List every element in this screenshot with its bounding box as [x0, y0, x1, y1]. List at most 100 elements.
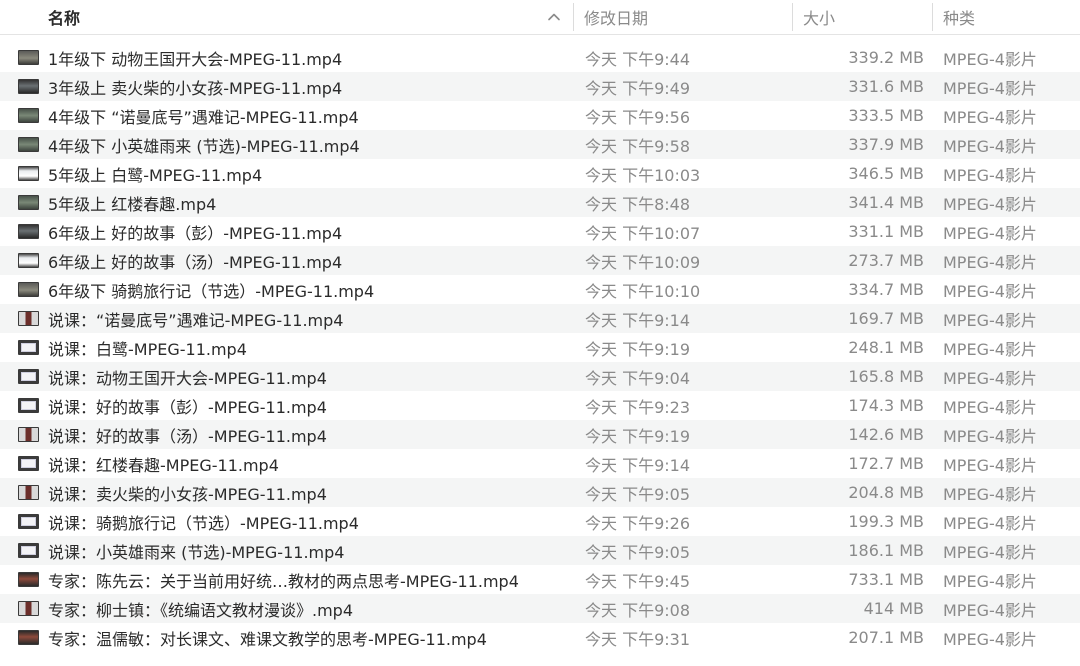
file-size: 333.5 MB: [848, 106, 924, 125]
file-date: 今天 下午9:23: [585, 397, 691, 417]
file-name-cell: 1年级下 动物王国开大会-MPEG-11.mp4: [0, 46, 573, 70]
file-name: 说课：白鹭-MPEG-11.mp4: [48, 339, 247, 359]
file-name: 1年级下 动物王国开大会-MPEG-11.mp4: [48, 49, 343, 69]
file-date: 今天 下午8:48: [585, 194, 691, 214]
file-kind: MPEG-4影片: [943, 281, 1037, 301]
file-name-cell: 6年级上 好的故事（彭）-MPEG-11.mp4: [0, 220, 573, 244]
file-date: 今天 下午9:44: [585, 49, 691, 69]
file-kind: MPEG-4影片: [943, 368, 1037, 388]
file-row[interactable]: 6年级上 好的故事（汤）-MPEG-11.mp4 今天 下午10:09 273.7 …: [0, 246, 1080, 275]
file-kind: MPEG-4影片: [943, 339, 1037, 359]
file-size: 331.1 MB: [848, 222, 924, 241]
file-name-cell: 说课：卖火柴的小女孩-MPEG-11.mp4: [0, 481, 573, 505]
video-thumbnail-icon: [18, 456, 39, 471]
file-row[interactable]: 6年级下 骑鹅旅行记（节选）-MPEG-11.mp4 今天 下午10:10 334.…: [0, 275, 1080, 304]
video-thumbnail-icon: [18, 601, 39, 616]
file-size: 207.1 MB: [848, 628, 924, 647]
video-thumbnail-icon: [18, 79, 39, 94]
file-kind: MPEG-4影片: [943, 571, 1037, 591]
file-name-cell: 3年级上 卖火柴的小女孩-MPEG-11.mp4: [0, 75, 573, 99]
column-header-name-label: 名称: [48, 9, 81, 28]
file-name: 说课：红楼春趣-MPEG-11.mp4: [48, 455, 279, 475]
file-date: 今天 下午10:03: [585, 165, 701, 185]
file-row[interactable]: 说课：好的故事（彭）-MPEG-11.mp4 今天 下午9:23 174.3 MB M…: [0, 391, 1080, 420]
file-date: 今天 下午9:19: [585, 426, 691, 446]
video-thumbnail-icon: [18, 224, 39, 239]
file-row[interactable]: 4年级下 “诺曼底号”遇难记-MPEG-11.mp4 今天 下午9:56 333.5…: [0, 101, 1080, 130]
column-header-date-label: 修改日期: [584, 9, 649, 28]
video-thumbnail-icon: [18, 282, 39, 297]
file-name-cell: 说课：好的故事（汤）-MPEG-11.mp4: [0, 423, 573, 447]
file-kind: MPEG-4影片: [943, 397, 1037, 417]
column-header-kind[interactable]: 种类: [932, 0, 1080, 34]
file-row[interactable]: 5年级上 白鹭-MPEG-11.mp4 今天 下午10:03 346.5 MB MPE…: [0, 159, 1080, 188]
column-header: 名称 修改日期 大小 种类: [0, 0, 1080, 35]
file-size: 204.8 MB: [848, 483, 924, 502]
file-row[interactable]: 说课：好的故事（汤）-MPEG-11.mp4 今天 下午9:19 142.6 MB M…: [0, 420, 1080, 449]
file-name-cell: 说课：动物王国开大会-MPEG-11.mp4: [0, 365, 573, 389]
file-size: 339.2 MB: [848, 48, 924, 67]
file-row[interactable]: 说课：小英雄雨来 (节选)-MPEG-11.mp4 今天 下午9:05 186.1 …: [0, 536, 1080, 565]
file-kind: MPEG-4影片: [943, 455, 1037, 475]
file-name: 5年级上 白鹭-MPEG-11.mp4: [48, 165, 263, 185]
file-name-cell: 说课：红楼春趣-MPEG-11.mp4: [0, 452, 573, 476]
file-size: 165.8 MB: [848, 367, 924, 386]
file-size: 174.3 MB: [848, 396, 924, 415]
file-date: 今天 下午9:05: [585, 484, 691, 504]
file-row[interactable]: 说课：白鹭-MPEG-11.mp4 今天 下午9:19 248.1 MB MPEG-4…: [0, 333, 1080, 362]
file-name-cell: 说课：好的故事（彭）-MPEG-11.mp4: [0, 394, 573, 418]
file-date: 今天 下午9:19: [585, 339, 691, 359]
file-date: 今天 下午9:08: [585, 600, 691, 620]
file-name-cell: 说课：白鹭-MPEG-11.mp4: [0, 336, 573, 360]
file-name-cell: 6年级上 好的故事（汤）-MPEG-11.mp4: [0, 249, 573, 273]
file-row[interactable]: 3年级上 卖火柴的小女孩-MPEG-11.mp4 今天 下午9:49 331.6 M…: [0, 72, 1080, 101]
file-name: 6年级上 好的故事（汤）-MPEG-11.mp4: [48, 252, 343, 272]
video-thumbnail-icon: [18, 108, 39, 123]
video-thumbnail-icon: [18, 369, 39, 384]
file-size: 331.6 MB: [848, 77, 924, 96]
file-kind: MPEG-4影片: [943, 136, 1037, 156]
video-thumbnail-icon: [18, 630, 39, 645]
file-name: 专家：温儒敏：对长课文、难课文教学的思考-MPEG-11.mp4: [48, 629, 487, 649]
file-size: 337.9 MB: [848, 135, 924, 154]
file-date: 今天 下午9:58: [585, 136, 691, 156]
file-row[interactable]: 专家：陈先云：关于当前用好统…教材的两点思考-MPEG-11.mp4 今天 下午9…: [0, 565, 1080, 594]
file-row[interactable]: 1年级下 动物王国开大会-MPEG-11.mp4 今天 下午9:44 339.2 M…: [0, 43, 1080, 72]
column-header-date[interactable]: 修改日期: [573, 0, 792, 34]
video-thumbnail-icon: [18, 572, 39, 587]
file-kind: MPEG-4影片: [943, 49, 1037, 69]
file-size: 341.4 MB: [848, 193, 924, 212]
file-name-cell: 5年级上 白鹭-MPEG-11.mp4: [0, 162, 573, 186]
video-thumbnail-icon: [18, 340, 39, 355]
column-header-size[interactable]: 大小: [792, 0, 932, 34]
file-row[interactable]: 4年级下 小英雄雨来 (节选)-MPEG-11.mp4 今天 下午9:58 337.…: [0, 130, 1080, 159]
chevron-up-icon[interactable]: [547, 10, 561, 24]
file-row[interactable]: 说课：红楼春趣-MPEG-11.mp4 今天 下午9:14 172.7 MB MPEG…: [0, 449, 1080, 478]
file-name-cell: 专家：柳士镇：《统编语文教材漫谈》.mp4: [0, 597, 573, 621]
file-row[interactable]: 说课：骑鹅旅行记（节选）-MPEG-11.mp4 今天 下午9:26 199.3 M…: [0, 507, 1080, 536]
file-date: 今天 下午10:07: [585, 223, 701, 243]
file-date: 今天 下午9:04: [585, 368, 691, 388]
file-row[interactable]: 说课：动物王国开大会-MPEG-11.mp4 今天 下午9:04 165.8 MB M…: [0, 362, 1080, 391]
file-name: 说课：小英雄雨来 (节选)-MPEG-11.mp4: [48, 542, 345, 562]
file-size: 172.7 MB: [848, 454, 924, 473]
file-row[interactable]: 说课：“诺曼底号”遇难记-MPEG-11.mp4 今天 下午9:14 169.7 M…: [0, 304, 1080, 333]
file-row[interactable]: 说课：卖火柴的小女孩-MPEG-11.mp4 今天 下午9:05 204.8 MB M…: [0, 478, 1080, 507]
file-date: 今天 下午9:56: [585, 107, 691, 127]
file-row[interactable]: 专家：柳士镇：《统编语文教材漫谈》.mp4 今天 下午9:08 414 MB MPEG…: [0, 594, 1080, 623]
file-size: 334.7 MB: [848, 280, 924, 299]
file-row[interactable]: 专家：温儒敏：对长课文、难课文教学的思考-MPEG-11.mp4 今天 下午9:3…: [0, 623, 1080, 652]
file-name-cell: 专家：陈先云：关于当前用好统…教材的两点思考-MPEG-11.mp4: [0, 568, 573, 592]
file-name: 说课：卖火柴的小女孩-MPEG-11.mp4: [48, 484, 327, 504]
file-name: 专家：柳士镇：《统编语文教材漫谈》.mp4: [48, 600, 354, 620]
file-name: 说课：好的故事（彭）-MPEG-11.mp4: [48, 397, 327, 417]
file-size: 346.5 MB: [848, 164, 924, 183]
file-kind: MPEG-4影片: [943, 252, 1037, 272]
video-thumbnail-icon: [18, 543, 39, 558]
file-size: 273.7 MB: [848, 251, 924, 270]
file-kind: MPEG-4影片: [943, 310, 1037, 330]
file-row[interactable]: 6年级上 好的故事（彭）-MPEG-11.mp4 今天 下午10:07 331.1 …: [0, 217, 1080, 246]
file-row[interactable]: 5年级上 红楼春趣.mp4 今天 下午8:48 341.4 MB MPEG-4影片: [0, 188, 1080, 217]
video-thumbnail-icon: [18, 253, 39, 268]
column-header-name[interactable]: 名称: [0, 0, 573, 34]
